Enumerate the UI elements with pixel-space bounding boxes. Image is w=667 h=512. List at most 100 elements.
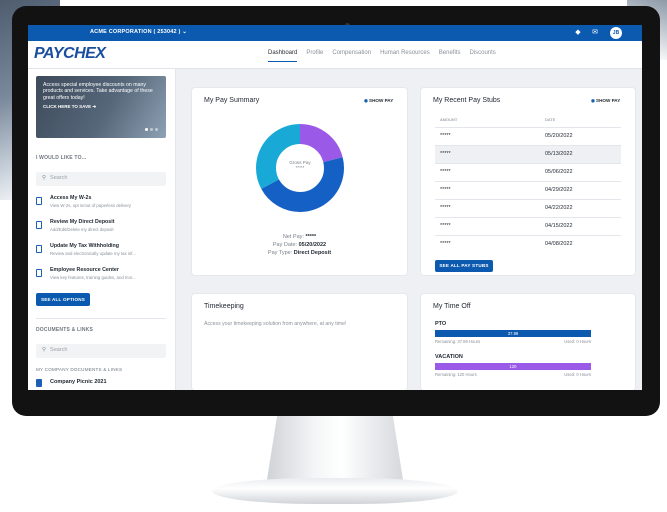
- pin-icon[interactable]: ◆: [573, 28, 583, 38]
- sidebar: Access special employee discounts on man…: [28, 69, 176, 390]
- net-pay-label: Net Pay:: [282, 234, 304, 240]
- table-row[interactable]: ***** 05/20/2022: [435, 127, 621, 145]
- doc-link-label: Company Picnic 2021: [50, 379, 107, 385]
- option-title: Review My Direct Deposit: [50, 219, 115, 225]
- see-all-options-button[interactable]: SEE ALL OPTIONS: [36, 293, 90, 306]
- col-amount: AMOUNT: [440, 117, 458, 122]
- stub-date: 04/22/2022: [545, 205, 573, 211]
- pay-summary-card: My Pay Summary ◉SHOW PAY Gross Pay *****…: [192, 88, 407, 275]
- option-subtitle: Review and electronically update my tax …: [50, 251, 136, 256]
- avatar[interactable]: JB: [610, 27, 622, 39]
- stub-date: 05/13/2022: [545, 151, 573, 157]
- show-pay-label: SHOW PAY: [369, 98, 394, 103]
- tab-profile[interactable]: Profile: [306, 50, 323, 62]
- tab-human-resources[interactable]: Human Resources: [380, 50, 430, 62]
- vacation-meta: Remaining: 120 Hours Used: 0 Hours: [435, 372, 591, 377]
- document-icon: [36, 269, 42, 277]
- search-icon: ⚲: [42, 175, 47, 181]
- see-all-pay-stubs-button[interactable]: SEE ALL PAY STUBS: [435, 260, 493, 272]
- paychex-logo[interactable]: PAYCHEX: [34, 45, 106, 63]
- pay-type-label: Pay Type:: [267, 250, 293, 256]
- table-row[interactable]: ***** 04/15/2022: [435, 217, 621, 235]
- stub-date: 05/06/2022: [545, 169, 573, 175]
- time-off-card: My Time Off PTO 37.89 Remaining: 37.89 H…: [421, 294, 635, 390]
- search-placeholder: Search: [50, 347, 68, 353]
- stub-date: 04/08/2022: [545, 241, 573, 247]
- donut-center: Gross Pay *****: [255, 160, 345, 170]
- timekeeping-text[interactable]: Access your timekeeping solution from an…: [204, 321, 346, 327]
- stub-date: 04/29/2022: [545, 187, 573, 193]
- doc-link-picnic[interactable]: Company Picnic 2021: [36, 378, 166, 390]
- option-resource-center[interactable]: Employee Resource Center View key featur…: [36, 267, 168, 287]
- tab-dashboard[interactable]: Dashboard: [268, 50, 298, 62]
- pay-date-label: Pay Date:: [272, 242, 298, 248]
- gross-pay-value: *****: [295, 165, 305, 170]
- stubs-table-header: AMOUNT DATE: [435, 117, 621, 127]
- documents-search-input[interactable]: ⚲ Search: [36, 344, 166, 358]
- vacation-used: Used: 0 Hours: [564, 372, 591, 377]
- pto-used: Used: 0 Hours: [564, 339, 591, 344]
- pay-type-line: Pay Type: Direct Deposit: [192, 250, 407, 256]
- monitor-stand: [266, 416, 404, 486]
- col-date: DATE: [545, 117, 556, 122]
- option-title: Access My W-2s: [50, 195, 92, 201]
- tab-discounts[interactable]: Discounts: [469, 50, 495, 62]
- table-row[interactable]: ***** 04/22/2022: [435, 199, 621, 217]
- show-pay-toggle[interactable]: ◉SHOW PAY: [591, 98, 620, 104]
- option-direct-deposit[interactable]: Review My Direct Deposit Add/Edit/Delete…: [36, 219, 168, 239]
- option-tax-withholding[interactable]: Update My Tax Withholding Review and ele…: [36, 243, 168, 263]
- stub-amount: *****: [440, 151, 451, 157]
- pto-progress-fill: 37.89: [435, 330, 591, 337]
- company-selector[interactable]: ACME CORPORATION ( 253042 ) ⌄: [90, 29, 187, 35]
- table-row[interactable]: ***** 04/29/2022: [435, 181, 621, 199]
- carousel-dot[interactable]: [145, 128, 148, 131]
- discount-banner[interactable]: Access special employee discounts on man…: [36, 76, 166, 138]
- card-title: My Pay Summary: [204, 97, 260, 104]
- would-like-heading: I WOULD LIKE TO...: [36, 155, 87, 161]
- document-icon: [36, 221, 42, 229]
- stub-amount: *****: [440, 169, 451, 175]
- option-w2[interactable]: Access My W-2s View W-2s, opt in/out of …: [36, 195, 168, 215]
- vacation-progress-fill: 120: [435, 363, 591, 370]
- table-row[interactable]: ***** 05/13/2022: [435, 145, 621, 163]
- carousel-dots[interactable]: [145, 128, 158, 131]
- document-icon: [36, 245, 42, 253]
- carousel-dot[interactable]: [150, 128, 153, 131]
- mail-icon[interactable]: ✉: [590, 28, 600, 38]
- card-title: Timekeeping: [204, 303, 244, 310]
- options-search-input[interactable]: ⚲ Search: [36, 172, 166, 186]
- stub-amount: *****: [440, 205, 451, 211]
- stub-date: 05/20/2022: [545, 133, 573, 139]
- search-icon: ⚲: [42, 347, 47, 353]
- option-title: Update My Tax Withholding: [50, 243, 120, 249]
- pay-stubs-card: My Recent Pay Stubs ◉SHOW PAY AMOUNT DAT…: [421, 88, 635, 275]
- vacation-label: VACATION: [435, 354, 463, 360]
- table-row[interactable]: ***** 05/06/2022: [435, 163, 621, 181]
- pay-date-line: Pay Date: 05/20/2022: [192, 242, 407, 248]
- pto-label: PTO: [435, 321, 447, 327]
- stub-amount: *****: [440, 187, 451, 193]
- carousel-dot[interactable]: [155, 128, 158, 131]
- tab-compensation[interactable]: Compensation: [332, 50, 371, 62]
- stub-date: 04/15/2022: [545, 223, 573, 229]
- documents-heading: DOCUMENTS & LINKS: [36, 327, 94, 333]
- app-screen: ACME CORPORATION ( 253042 ) ⌄ ◆ ✉ JB PAY…: [28, 25, 642, 390]
- banner-text: Access special employee discounts on man…: [43, 82, 153, 101]
- nav-tabs: Dashboard Profile Compensation Human Res…: [268, 50, 496, 62]
- monitor-base: [212, 478, 458, 504]
- pay-date-value: 05/20/2022: [298, 242, 327, 248]
- company-docs-heading: MY COMPANY DOCUMENTS & LINKS: [36, 367, 123, 372]
- show-pay-toggle[interactable]: ◉SHOW PAY: [364, 98, 393, 104]
- option-title: Employee Resource Center: [50, 267, 119, 273]
- card-title: My Recent Pay Stubs: [433, 97, 501, 104]
- document-icon: [36, 197, 42, 205]
- pay-type-value: Direct Deposit: [293, 250, 332, 256]
- timekeeping-card: Timekeeping Access your timekeeping solu…: [192, 294, 407, 390]
- top-bar: ACME CORPORATION ( 253042 ) ⌄ ◆ ✉ JB: [28, 25, 642, 41]
- stub-amount: *****: [440, 223, 451, 229]
- table-row[interactable]: ***** 04/08/2022: [435, 235, 621, 253]
- stub-amount: *****: [440, 241, 451, 247]
- eye-icon: ◉: [591, 98, 596, 103]
- tab-benefits[interactable]: Benefits: [439, 50, 461, 62]
- banner-cta[interactable]: CLICK HERE TO SAVE ➔: [43, 104, 159, 110]
